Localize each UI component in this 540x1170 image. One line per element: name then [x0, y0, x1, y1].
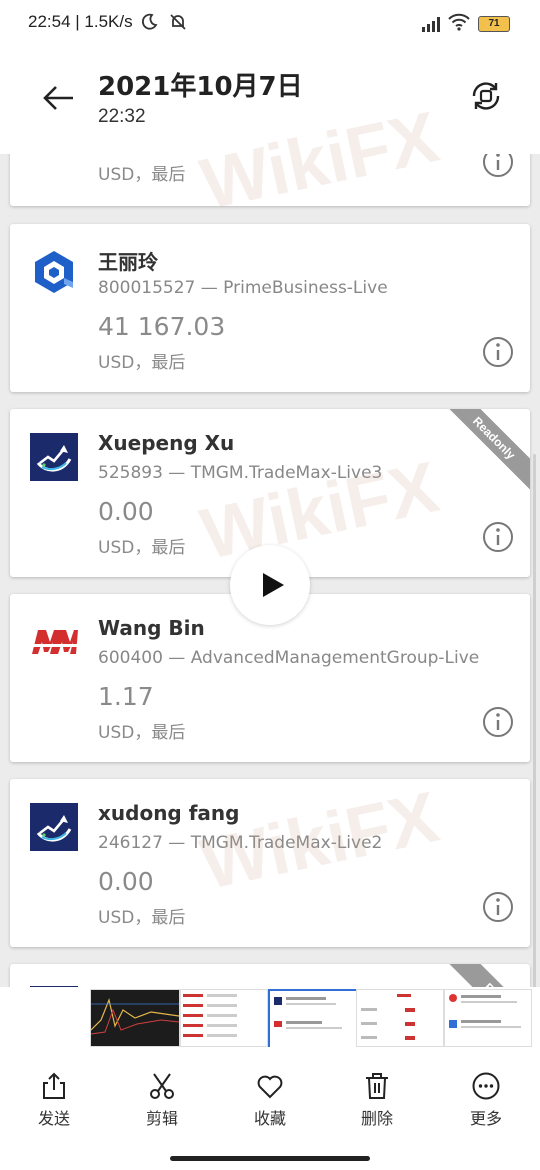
signal-icon	[422, 16, 440, 32]
currency-label: USD，最后	[98, 908, 186, 928]
currency-label: USD，最后	[98, 723, 186, 743]
delete-label: 删除	[360, 1109, 393, 1128]
trash-icon	[337, 1071, 417, 1101]
account-balance: 1.17	[98, 682, 154, 711]
account-name: Wang Bin	[98, 616, 205, 640]
tmgm-logo-icon	[30, 433, 78, 481]
account-card[interactable]: xudong fang 246127 — TMGM.TradeMax-Live2…	[10, 779, 530, 947]
more-button[interactable]: 更多	[446, 1071, 526, 1129]
currency-label: USD，最后	[98, 165, 186, 185]
account-balance: 0.00	[98, 497, 154, 526]
info-icon[interactable]	[482, 706, 514, 738]
send-button[interactable]: 发送	[14, 1071, 94, 1129]
status-bar: 22:54 | 1.5K/s 71	[0, 0, 540, 46]
account-card[interactable]: 王丽玲 800015527 — PrimeBusiness-Live 41 16…	[10, 224, 530, 392]
account-server: 246127 — TMGM.TradeMax-Live2	[98, 833, 383, 853]
back-icon[interactable]	[40, 80, 76, 116]
account-server: 600400 — AdvancedManagementGroup-Live	[98, 648, 480, 668]
heart-icon	[230, 1071, 310, 1101]
favorite-button[interactable]: 收藏	[230, 1071, 310, 1129]
scissors-icon	[122, 1071, 202, 1101]
currency-label: USD，最后	[98, 353, 186, 373]
edit-label: 剪辑	[145, 1109, 178, 1128]
account-balance: 0.00	[98, 867, 154, 896]
delete-button[interactable]: 删除	[337, 1071, 417, 1129]
send-label: 发送	[37, 1109, 70, 1128]
info-icon[interactable]	[482, 891, 514, 923]
account-card[interactable]: USD，最后	[10, 154, 530, 206]
readonly-ribbon: Readonly	[436, 409, 530, 496]
bottom-action-bar: 发送 剪辑 收藏 删除 更多	[0, 1047, 540, 1170]
filmstrip-thumbnail[interactable]	[180, 989, 268, 1047]
tmgm-logo-icon	[30, 803, 78, 851]
filmstrip-thumbnail[interactable]	[90, 989, 180, 1047]
page-title: 2021年10月7日	[98, 72, 303, 102]
account-name: 王丽玲	[98, 250, 158, 274]
status-time: 22:54 | 1.5K/s	[28, 12, 133, 31]
moon-icon	[140, 13, 158, 35]
edit-button[interactable]: 剪辑	[122, 1071, 202, 1129]
mute-icon	[168, 12, 188, 36]
scrollbar[interactable]	[533, 454, 536, 987]
header: 2021年10月7日 22:32	[0, 46, 540, 154]
account-name: Xuepeng Xu	[98, 431, 235, 455]
filmstrip-thumbnail[interactable]	[356, 989, 444, 1047]
account-name: xudong fang	[98, 801, 240, 825]
readonly-ribbon: Rea	[436, 964, 530, 987]
play-button[interactable]	[230, 545, 310, 625]
info-icon[interactable]	[482, 521, 514, 553]
share-icon	[14, 1071, 94, 1101]
info-icon[interactable]	[482, 154, 514, 178]
account-card[interactable]: Rea	[10, 964, 530, 987]
more-label: 更多	[469, 1109, 502, 1128]
rotate-icon[interactable]	[468, 78, 504, 114]
filmstrip-thumbnail[interactable]	[268, 989, 358, 1049]
account-balance: 41 167.03	[98, 312, 226, 341]
account-server: 525893 — TMGM.TradeMax-Live3	[98, 463, 383, 483]
primebusiness-logo-icon	[30, 248, 78, 296]
info-icon[interactable]	[482, 336, 514, 368]
filmstrip-thumbnail[interactable]	[444, 989, 532, 1047]
amg-logo-icon	[30, 618, 78, 666]
home-indicator[interactable]	[170, 1156, 370, 1161]
currency-label: USD，最后	[98, 538, 186, 558]
filmstrip[interactable]	[0, 987, 540, 1049]
wifi-icon	[448, 13, 470, 35]
page-subtitle: 22:32	[98, 106, 146, 127]
more-icon	[446, 1071, 526, 1101]
battery-icon: 71	[478, 16, 510, 32]
account-server: 800015527 — PrimeBusiness-Live	[98, 278, 388, 298]
favorite-label: 收藏	[253, 1109, 286, 1128]
